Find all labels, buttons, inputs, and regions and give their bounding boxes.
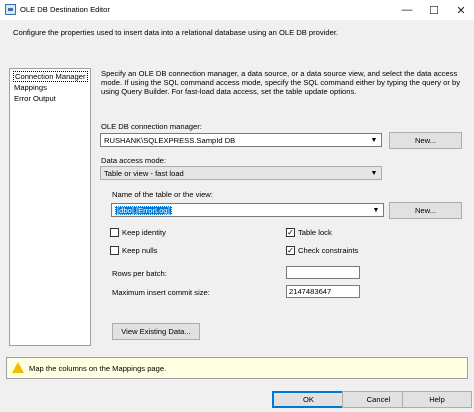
- connection-manager-label: OLE DB connection manager:: [101, 122, 202, 131]
- nav-item-error-output[interactable]: Error Output: [14, 94, 56, 103]
- max-commit-size-label: Maximum insert commit size:: [112, 288, 210, 297]
- keep-identity-checkbox[interactable]: [110, 228, 119, 237]
- help-button[interactable]: Help: [402, 391, 472, 408]
- access-mode-value: Table or view - fast load: [104, 168, 184, 178]
- warning-bar: Map the columns on the Mappings page.: [6, 357, 468, 379]
- nav-item-mappings[interactable]: Mappings: [14, 83, 47, 92]
- table-name-value: [dbo].[ErrorLog]: [115, 205, 172, 215]
- max-commit-size-input[interactable]: 2147483647: [286, 285, 360, 298]
- connection-manager-value: RUSHANK\SQLEXPRESS.SampId DB: [104, 135, 236, 145]
- view-existing-data-button[interactable]: View Existing Data...: [112, 323, 200, 340]
- chevron-down-icon[interactable]: ▼: [369, 204, 383, 216]
- app-icon: [5, 4, 16, 15]
- rows-per-batch-input[interactable]: [286, 266, 360, 279]
- warning-message: Map the columns on the Mappings page.: [29, 364, 167, 373]
- table-name-label: Name of the table or the view:: [112, 190, 213, 199]
- access-mode-combo[interactable]: Table or view - fast load ▼: [100, 166, 382, 180]
- nav-item-connection-manager[interactable]: Connection Manager: [13, 71, 88, 82]
- check-constraints-label: Check constraints: [298, 246, 359, 255]
- table-lock-checkbox[interactable]: ✓: [286, 228, 295, 237]
- close-button[interactable]: ✕: [448, 0, 474, 20]
- window-title: OLE DB Destination Editor: [20, 5, 110, 14]
- access-mode-label: Data access mode:: [101, 156, 166, 165]
- keep-nulls-checkbox[interactable]: [110, 246, 119, 255]
- ok-button[interactable]: OK: [272, 391, 345, 408]
- keep-nulls-label: Keep nulls: [122, 246, 158, 255]
- warning-icon: [12, 362, 24, 373]
- title-bar: OLE DB Destination Editor — ☐ ✕: [0, 0, 474, 20]
- table-lock-label: Table lock: [298, 228, 332, 237]
- navigation-list: Connection Manager Mappings Error Output: [9, 68, 91, 346]
- chevron-down-icon[interactable]: ▼: [367, 134, 381, 146]
- intro-text: Specify an OLE DB connection manager, a …: [101, 69, 461, 97]
- maximize-button[interactable]: ☐: [421, 0, 447, 20]
- new-connection-button[interactable]: New...: [389, 132, 462, 149]
- dialog-description: Configure the properties used to insert …: [13, 28, 339, 37]
- check-constraints-checkbox[interactable]: ✓: [286, 246, 295, 255]
- new-table-button[interactable]: New...: [389, 202, 462, 219]
- rows-per-batch-label: Rows per batch:: [112, 269, 167, 278]
- keep-identity-label: Keep identity: [122, 228, 166, 237]
- chevron-down-icon[interactable]: ▼: [367, 167, 381, 179]
- table-name-combo[interactable]: [dbo].[ErrorLog] ▼: [111, 203, 384, 217]
- minimize-button[interactable]: —: [394, 0, 420, 20]
- connection-manager-combo[interactable]: RUSHANK\SQLEXPRESS.SampId DB ▼: [100, 133, 382, 147]
